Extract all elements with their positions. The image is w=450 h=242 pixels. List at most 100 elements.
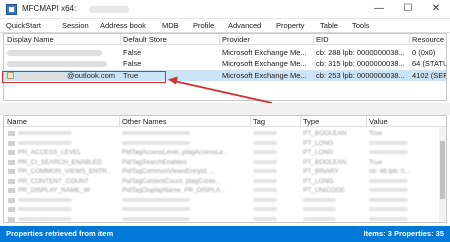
property-type: PT_LONG bbox=[303, 139, 334, 147]
column-header-other-names[interactable]: Other Names bbox=[122, 117, 167, 126]
column-header-tag[interactable]: Tag bbox=[253, 117, 265, 126]
property-row[interactable] bbox=[4, 205, 446, 215]
property-row[interactable] bbox=[4, 196, 446, 206]
redacted-blur bbox=[253, 150, 277, 155]
property-value bbox=[369, 206, 439, 213]
redacted-blur bbox=[369, 216, 408, 221]
redacted-blur bbox=[18, 207, 72, 212]
redacted-blur bbox=[303, 216, 336, 221]
vertical-scrollbar[interactable] bbox=[439, 127, 446, 222]
property-value bbox=[369, 140, 439, 147]
property-icon bbox=[8, 140, 15, 146]
property-icon bbox=[8, 150, 15, 155]
column-header-value[interactable]: Value bbox=[369, 117, 388, 126]
property-type: PT_BINARY bbox=[303, 168, 340, 175]
column-separator[interactable] bbox=[300, 116, 301, 127]
redacted-blur bbox=[253, 169, 277, 174]
redacted-blur bbox=[18, 140, 72, 145]
status-text: Properties retrieved from item bbox=[6, 229, 114, 238]
redacted-blur bbox=[253, 207, 277, 212]
redacted-blur bbox=[369, 197, 408, 202]
property-type: PT_LONG bbox=[303, 177, 334, 185]
redacted-blur bbox=[253, 140, 277, 145]
property-name bbox=[18, 140, 116, 147]
property-table: Name Other Names Tag Type Value PT_BOOLE… bbox=[3, 115, 447, 223]
property-name: PR_COMMON_VIEWS_ENTR... bbox=[18, 168, 113, 175]
property-other: PidTagCommonViewsEntryId, ... bbox=[122, 168, 216, 175]
redacted-blur bbox=[253, 197, 277, 202]
property-row[interactable]: PR_CONTENT_COUNT PidTagContentCount, ptag… bbox=[4, 177, 446, 187]
redacted-blur bbox=[253, 188, 277, 193]
property-name: PR_ACCESS_LEVEL bbox=[18, 149, 82, 156]
redacted-blur bbox=[369, 188, 408, 193]
property-row[interactable]: PR_DISPLAY_NAME_W PidTagDisplayName, PR_D… bbox=[4, 186, 446, 196]
redacted-blur bbox=[303, 197, 336, 202]
property-tag bbox=[253, 187, 297, 194]
property-type bbox=[303, 206, 363, 213]
property-name bbox=[18, 206, 116, 213]
redacted-blur bbox=[253, 216, 277, 221]
column-separator[interactable] bbox=[119, 116, 120, 127]
property-other bbox=[122, 140, 246, 147]
property-other: PidTagSearchEnabled bbox=[122, 158, 187, 166]
property-name bbox=[18, 130, 116, 137]
property-value bbox=[369, 149, 439, 156]
property-other: PidTagDisplayName, PR_DISPLA... bbox=[122, 187, 226, 194]
scrollbar-thumb[interactable] bbox=[440, 141, 445, 199]
redacted-blur bbox=[369, 150, 408, 155]
property-tag bbox=[253, 168, 297, 175]
property-tag bbox=[253, 130, 297, 137]
column-header-type[interactable]: Type bbox=[303, 117, 319, 126]
property-type: PT_BOOLEAN bbox=[303, 158, 347, 166]
redacted-blur bbox=[253, 159, 277, 164]
property-value bbox=[369, 197, 439, 204]
property-name: PR_CI_SEARCH_ENABLED bbox=[18, 158, 102, 166]
property-value bbox=[369, 216, 439, 223]
property-name: PR_CONTENT_COUNT bbox=[18, 177, 89, 185]
redacted-blur bbox=[122, 216, 190, 221]
property-row[interactable]: PR_COMMON_VIEWS_ENTR... PidTagCommonViews… bbox=[4, 167, 446, 177]
property-type: PT_UNICODE bbox=[303, 187, 345, 194]
property-other bbox=[122, 197, 246, 204]
property-row[interactable] bbox=[4, 215, 446, 223]
property-tag bbox=[253, 178, 297, 185]
property-row[interactable]: PT_BOOLEAN True bbox=[4, 129, 446, 139]
redacted-blur bbox=[18, 216, 72, 221]
property-other bbox=[122, 206, 246, 213]
status-bar: Properties retrieved from item Items: 3 … bbox=[0, 226, 450, 242]
pane-splitter[interactable] bbox=[0, 103, 450, 115]
property-value bbox=[369, 178, 439, 185]
property-value: True bbox=[369, 158, 383, 166]
property-type: PT_LONG bbox=[303, 149, 334, 156]
property-type: PT_BOOLEAN bbox=[303, 130, 347, 137]
property-value: True bbox=[369, 130, 383, 137]
property-tag bbox=[253, 206, 297, 213]
property-value bbox=[369, 187, 439, 194]
property-row[interactable]: PR_ACCESS_LEVEL PidTagAccessLevel, ptagAc… bbox=[4, 148, 446, 158]
property-other bbox=[122, 216, 246, 223]
property-name bbox=[18, 216, 116, 223]
property-name bbox=[18, 197, 116, 204]
column-separator[interactable] bbox=[250, 116, 251, 127]
property-type bbox=[303, 197, 363, 204]
property-icon bbox=[8, 197, 15, 203]
redacted-blur bbox=[369, 140, 408, 145]
redacted-blur bbox=[122, 207, 190, 212]
property-icon bbox=[8, 216, 15, 222]
property-icon bbox=[8, 169, 15, 174]
column-separator[interactable] bbox=[366, 116, 367, 127]
property-row[interactable]: PT_LONG bbox=[4, 139, 446, 149]
property-table-header: Name Other Names Tag Type Value bbox=[4, 116, 446, 127]
property-other bbox=[122, 130, 246, 137]
property-icon bbox=[8, 207, 15, 212]
property-type bbox=[303, 216, 363, 223]
column-header-name[interactable]: Name bbox=[7, 117, 27, 126]
property-tag bbox=[253, 159, 297, 166]
property-other: PidTagContentCount, ptagConte... bbox=[122, 177, 222, 185]
property-tag bbox=[253, 140, 297, 147]
redacted-blur bbox=[18, 197, 72, 202]
redacted-blur bbox=[122, 197, 190, 202]
redacted-blur bbox=[253, 131, 277, 136]
redacted-blur bbox=[253, 178, 277, 183]
property-row[interactable]: PR_CI_SEARCH_ENABLED PidTagSearchEnabled P… bbox=[4, 158, 446, 168]
